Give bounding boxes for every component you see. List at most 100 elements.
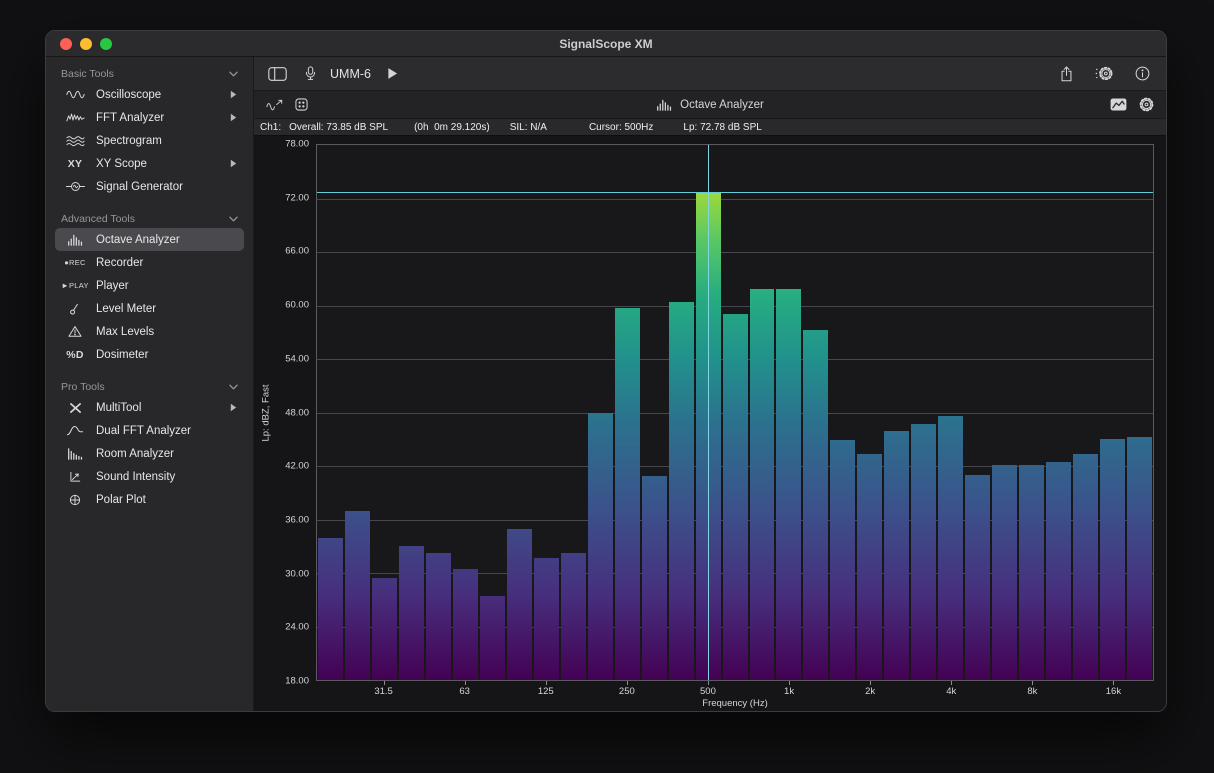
- status-channel: Ch1:: [260, 122, 281, 133]
- section-header-pro-tools[interactable]: Pro Tools: [55, 376, 244, 396]
- sidebar-item-spectrogram[interactable]: Spectrogram: [55, 129, 244, 152]
- x-tick-label: 8k: [1027, 686, 1037, 697]
- sidebar-item-label: Dual FFT Analyzer: [96, 425, 237, 437]
- chevron-down-icon: [229, 216, 238, 222]
- sidebar-item-label: Signal Generator: [96, 181, 237, 193]
- bar-1.25k[interactable]: [803, 330, 828, 680]
- status-overall: Overall: 73.85 dB SPL: [289, 122, 388, 133]
- section-header-advanced-tools[interactable]: Advanced Tools: [55, 208, 244, 228]
- cursor-line[interactable]: [708, 145, 709, 680]
- x-tick-mark: [789, 681, 790, 685]
- submenu-arrow-icon[interactable]: [230, 403, 237, 412]
- sidebar-item-room-analyzer[interactable]: Room Analyzer: [55, 442, 244, 465]
- bar-1k[interactable]: [776, 289, 801, 680]
- sidebar-toggle-icon[interactable]: [268, 67, 287, 81]
- chart-display-icon[interactable]: [1110, 98, 1127, 111]
- submenu-arrow-icon[interactable]: [230, 159, 237, 168]
- sidebar-item-xy-scope[interactable]: XYXY Scope: [55, 152, 244, 175]
- sidebar-item-label: Player: [96, 280, 237, 292]
- sidebar-item-oscilloscope[interactable]: Oscilloscope: [55, 83, 244, 106]
- zoom-button[interactable]: [100, 38, 112, 50]
- sidebar-item-max-levels[interactable]: Max Levels: [55, 320, 244, 343]
- bar-10k[interactable]: [1046, 462, 1071, 680]
- x-tick-label: 250: [619, 686, 635, 697]
- bar-16k[interactable]: [1100, 439, 1125, 680]
- share-icon[interactable]: [1060, 66, 1073, 82]
- toolbar: UMM-6: [254, 57, 1166, 91]
- traffic-lights: [60, 38, 112, 50]
- max-levels-icon: [62, 325, 88, 338]
- sidebar-item-label: Room Analyzer: [96, 448, 237, 460]
- x-axis-title: Frequency (Hz): [316, 698, 1154, 709]
- sidebar-item-multitool[interactable]: MultiTool: [55, 396, 244, 419]
- bar-800[interactable]: [750, 289, 775, 680]
- multitool-icon: [62, 402, 88, 414]
- bar-25[interactable]: [345, 511, 370, 680]
- submenu-arrow-icon[interactable]: [230, 90, 237, 99]
- gear-icon[interactable]: [1139, 97, 1154, 112]
- tool-title-group: Octave Analyzer: [254, 99, 1166, 111]
- minimize-button[interactable]: [80, 38, 92, 50]
- data-grid-icon[interactable]: [295, 98, 308, 111]
- bar-80[interactable]: [480, 596, 505, 680]
- settings-gear-icon[interactable]: [1095, 66, 1113, 81]
- sidebar-item-sound-intensity[interactable]: Sound Intensity: [55, 465, 244, 488]
- octave-bars-icon: [656, 99, 673, 111]
- fft-wave-icon: [62, 112, 88, 123]
- bar-125[interactable]: [534, 558, 559, 680]
- bar-6.3k[interactable]: [992, 465, 1017, 680]
- bar-50[interactable]: [426, 553, 451, 680]
- bar-5k[interactable]: [965, 475, 990, 680]
- bar-20k[interactable]: [1127, 437, 1152, 680]
- x-tick-mark: [384, 681, 385, 685]
- y-tick-label: 60.00: [285, 300, 309, 311]
- bar-8k[interactable]: [1019, 465, 1044, 680]
- tool-header-left: [266, 98, 308, 111]
- bar-20[interactable]: [318, 538, 343, 680]
- bar-40[interactable]: [399, 546, 424, 680]
- plot-area[interactable]: [316, 144, 1154, 681]
- sidebar-item-octave-analyzer[interactable]: Octave Analyzer: [55, 228, 244, 251]
- bar-160[interactable]: [561, 553, 586, 681]
- signal-generator-icon: [62, 181, 88, 192]
- bar-100[interactable]: [507, 529, 532, 680]
- sidebar-item-recorder[interactable]: ●RECRecorder: [55, 251, 244, 274]
- bar-315[interactable]: [642, 476, 667, 680]
- bar-31.5[interactable]: [372, 578, 397, 680]
- play-button[interactable]: [387, 67, 398, 80]
- info-icon[interactable]: [1135, 66, 1150, 81]
- x-axis: Frequency (Hz) 31.5631252505001k2k4k8k16…: [316, 681, 1154, 711]
- device-label[interactable]: UMM-6: [330, 67, 371, 81]
- bar-12.5k[interactable]: [1073, 454, 1098, 680]
- bar-3.15k[interactable]: [911, 424, 936, 680]
- microphone-icon[interactable]: [305, 66, 316, 81]
- section-label: Pro Tools: [61, 381, 105, 393]
- sidebar-item-label: Octave Analyzer: [96, 234, 237, 246]
- sidebar-item-dosimeter[interactable]: %DDosimeter: [55, 343, 244, 366]
- close-button[interactable]: [60, 38, 72, 50]
- x-tick-mark: [1113, 681, 1114, 685]
- input-signal-icon[interactable]: [266, 99, 283, 111]
- sidebar-item-signal-generator[interactable]: Signal Generator: [55, 175, 244, 198]
- bar-250[interactable]: [615, 308, 640, 680]
- bar-200[interactable]: [588, 413, 613, 681]
- bar-1.6k[interactable]: [830, 440, 855, 680]
- sidebar-item-player[interactable]: ►PLAYPlayer: [55, 274, 244, 297]
- section-header-basic-tools[interactable]: Basic Tools: [55, 63, 244, 83]
- y-tick-label: 54.00: [285, 353, 309, 364]
- sidebar-item-dual-fft-analyzer[interactable]: Dual FFT Analyzer: [55, 419, 244, 442]
- bar-2k[interactable]: [857, 454, 882, 680]
- sidebar-item-label: XY Scope: [96, 158, 222, 170]
- y-tick-label: 30.00: [285, 568, 309, 579]
- bar-63[interactable]: [453, 569, 478, 680]
- bar-630[interactable]: [723, 314, 748, 680]
- bar-2.5k[interactable]: [884, 431, 909, 680]
- submenu-arrow-icon[interactable]: [230, 113, 237, 122]
- tool-header-right: [1110, 97, 1154, 112]
- sidebar-item-level-meter[interactable]: Level Meter: [55, 297, 244, 320]
- sidebar-item-polar-plot[interactable]: Polar Plot: [55, 488, 244, 511]
- sidebar-item-fft-analyzer[interactable]: FFT Analyzer: [55, 106, 244, 129]
- bar-4k[interactable]: [938, 416, 963, 680]
- dual-fft-icon: [62, 425, 88, 436]
- bar-400[interactable]: [669, 302, 694, 680]
